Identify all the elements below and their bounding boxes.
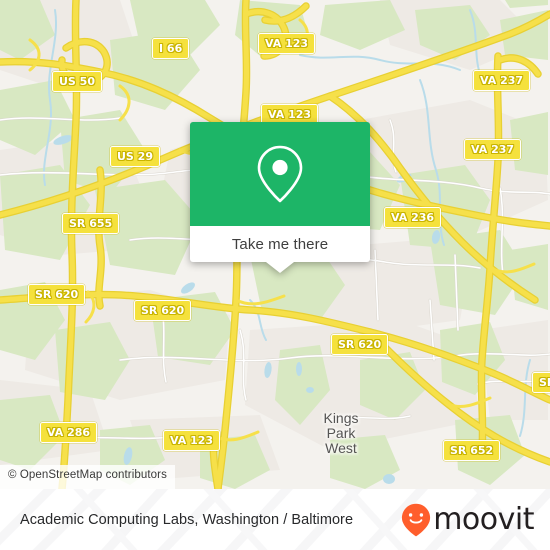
road-shield[interactable]: VA 236 bbox=[384, 207, 442, 228]
road-shield[interactable]: I 66 bbox=[152, 38, 190, 59]
road-shield[interactable]: VA 286 bbox=[40, 422, 98, 443]
take-me-there-button[interactable]: Take me there bbox=[190, 226, 370, 262]
moovit-pin-icon bbox=[402, 503, 431, 536]
location-popup-card[interactable]: Take me there bbox=[190, 122, 370, 273]
road-shield[interactable]: VA 237 bbox=[473, 70, 531, 91]
moovit-wordmark: moovit bbox=[433, 501, 534, 537]
moovit-brand[interactable]: moovit bbox=[401, 503, 534, 537]
moovit-map-page: I 66 VA 123 US 50 VA 237 VA 123 VA 237 U… bbox=[0, 0, 550, 550]
road-shield[interactable]: SR 620 bbox=[134, 300, 192, 321]
road-shield[interactable]: SR 655 bbox=[62, 213, 120, 234]
road-shield[interactable]: SR 652 bbox=[443, 440, 501, 461]
road-shield[interactable]: VA 237 bbox=[464, 139, 522, 160]
page-title: Academic Computing Labs, Washington / Ba… bbox=[20, 511, 354, 528]
road-shield[interactable]: US 50 bbox=[52, 71, 102, 92]
popup-pointer bbox=[266, 262, 294, 273]
popup-card-header bbox=[190, 122, 370, 226]
road-shield[interactable]: VA 123 bbox=[163, 430, 221, 451]
road-shield[interactable]: US 29 bbox=[110, 146, 160, 167]
place-label-kings-park-west: Kings Park West bbox=[323, 410, 359, 456]
map-pin-icon bbox=[257, 145, 303, 203]
osm-attribution[interactable]: © OpenStreetMap contributors bbox=[0, 465, 175, 489]
map-canvas[interactable]: I 66 VA 123 US 50 VA 237 VA 123 VA 237 U… bbox=[0, 0, 550, 489]
road-shield[interactable]: SR 620 bbox=[331, 334, 389, 355]
footer-bar: Academic Computing Labs, Washington / Ba… bbox=[0, 489, 550, 550]
road-shield[interactable]: SR bbox=[532, 372, 550, 393]
road-shield[interactable]: VA 123 bbox=[258, 33, 316, 54]
road-shield[interactable]: SR 620 bbox=[28, 284, 86, 305]
